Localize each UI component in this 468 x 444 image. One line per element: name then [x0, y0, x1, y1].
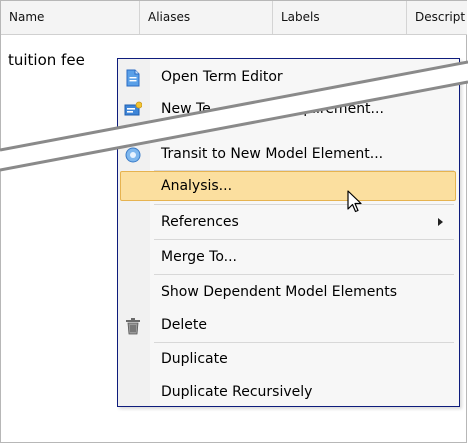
mouse-cursor-icon — [347, 190, 362, 213]
image-break-band — [0, 60, 468, 172]
